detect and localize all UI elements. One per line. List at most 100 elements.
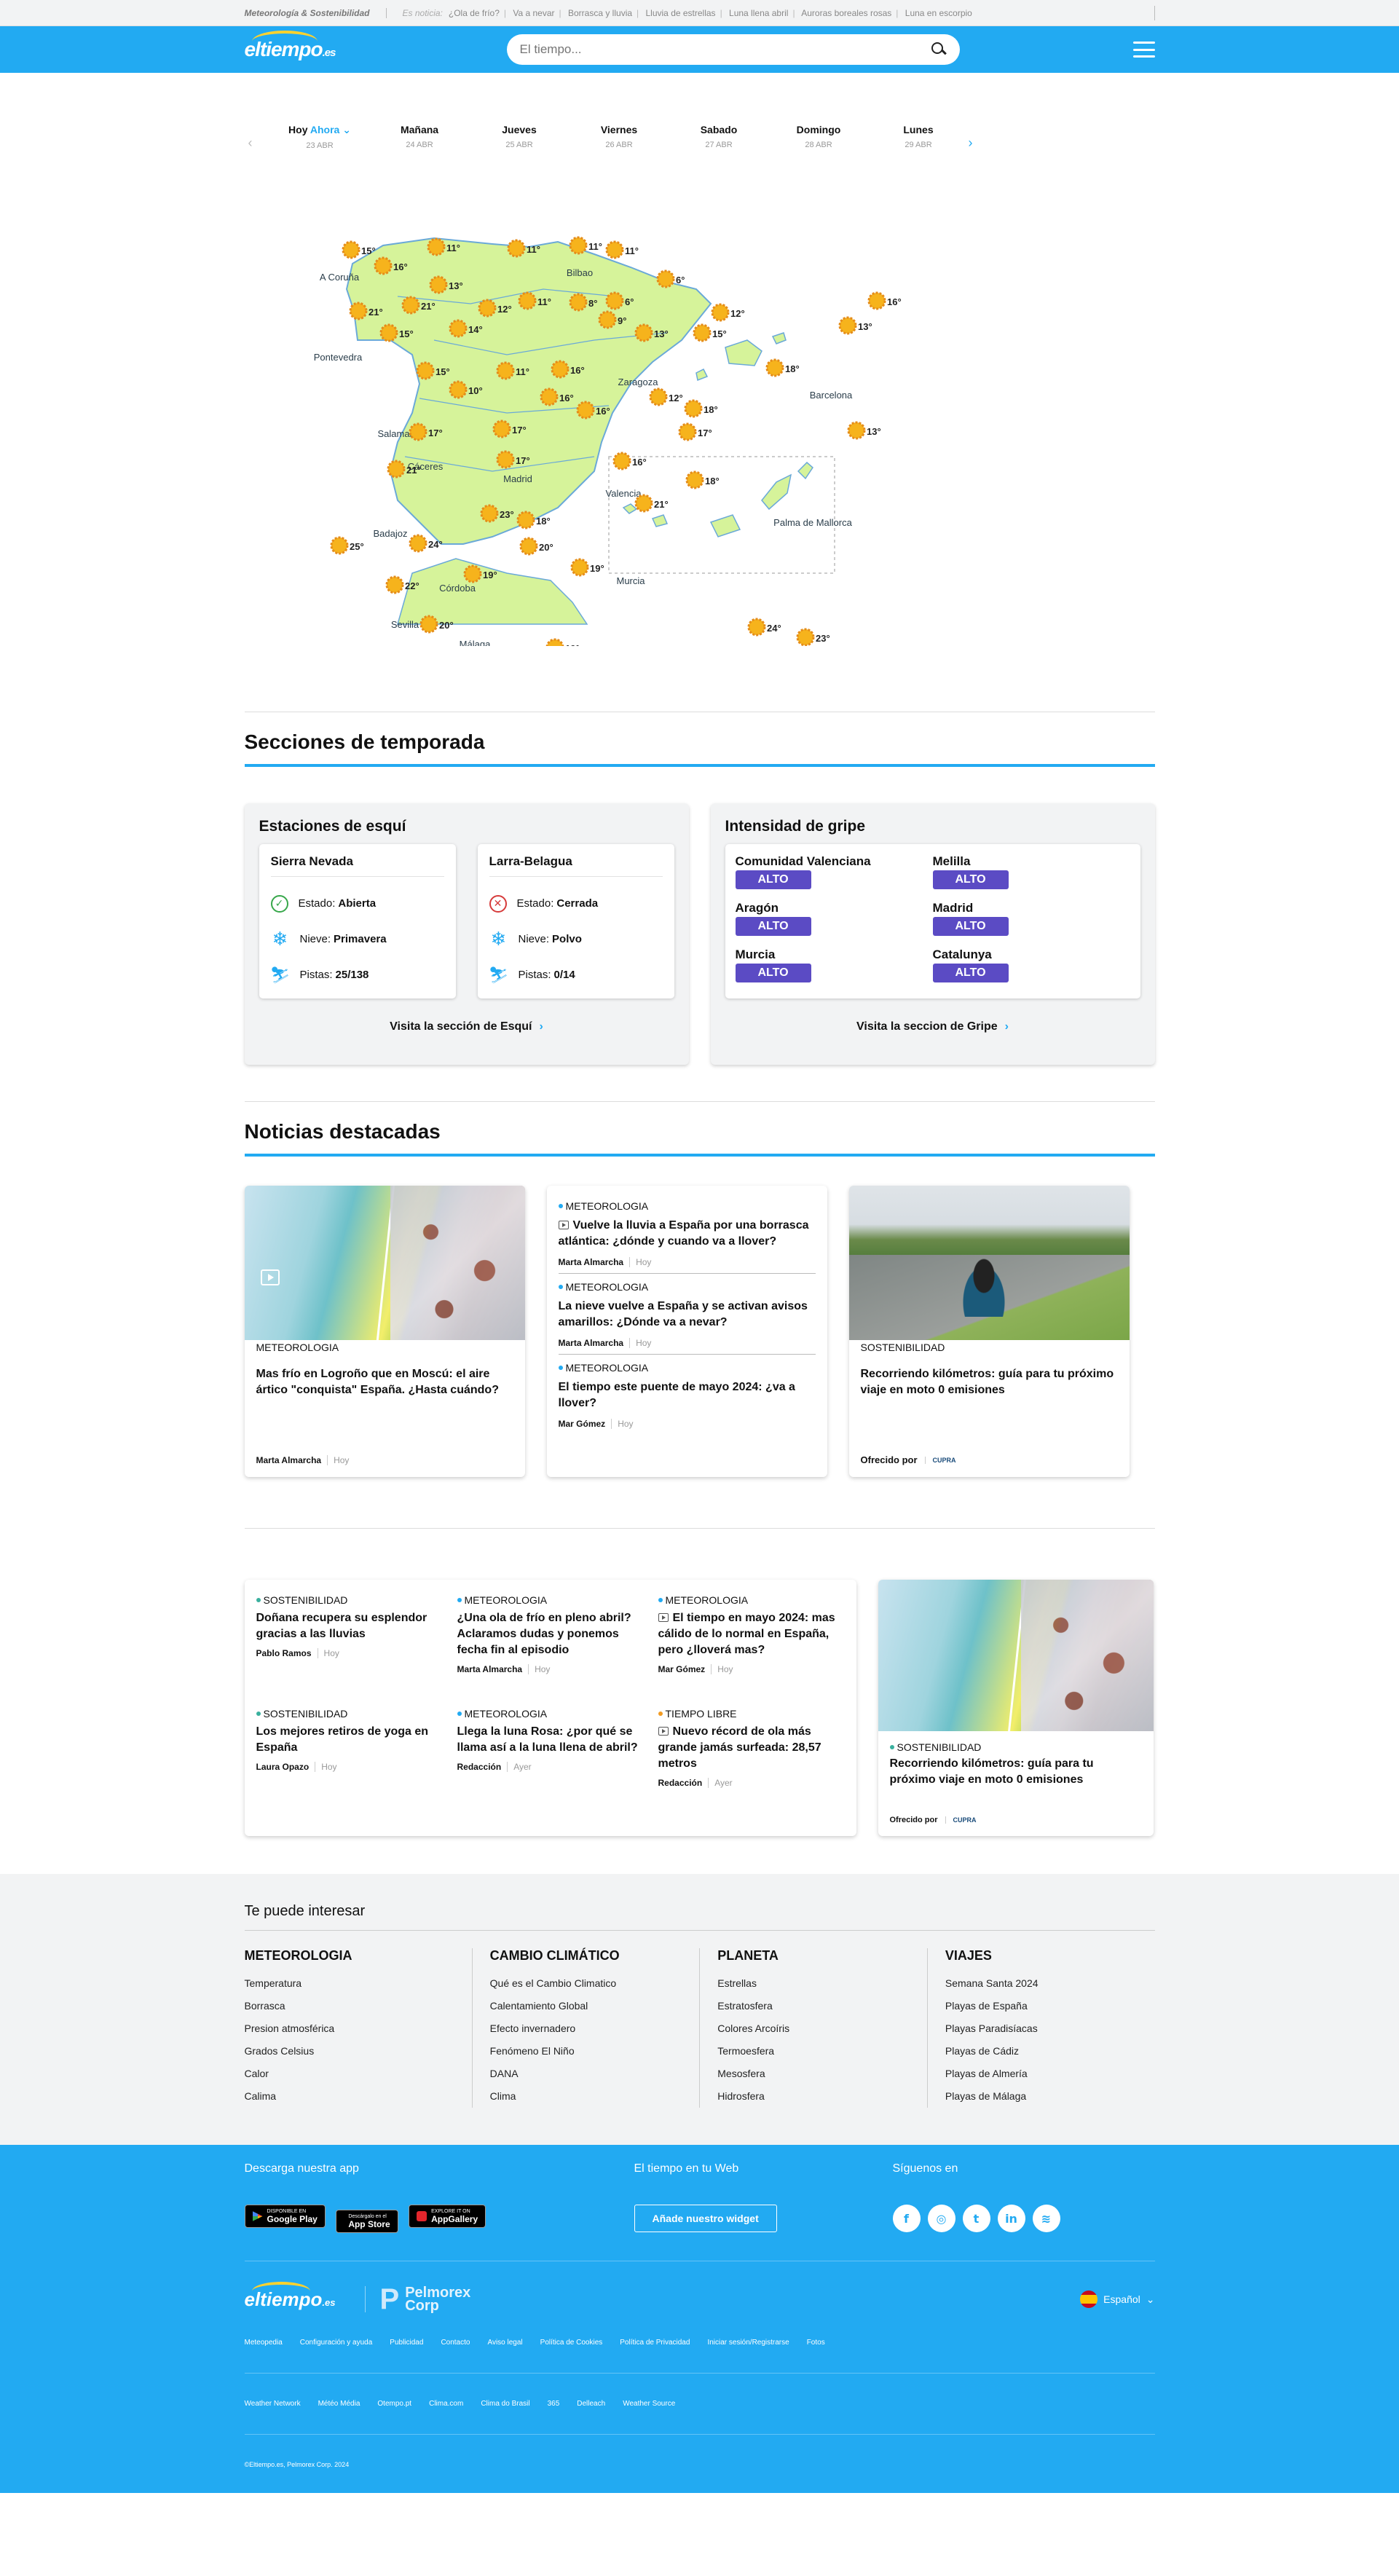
- day-tab[interactable]: Mañana 24 ABR: [370, 124, 470, 149]
- map-city-label[interactable]: Badajoz: [373, 528, 407, 539]
- spotify-icon[interactable]: ≋: [1032, 2205, 1060, 2232]
- language-selector[interactable]: Español ⌄: [1080, 2291, 1155, 2308]
- ticker-link[interactable]: Borrasca y lluvia: [568, 8, 632, 18]
- list-item[interactable]: TIEMPO LIBRE Nuevo récord de ola más gra…: [658, 1708, 845, 1805]
- list-item[interactable]: METEOROLOGIA El tiempo este puente de ma…: [558, 1362, 816, 1435]
- ticker-link[interactable]: Auroras boreales rosas: [801, 8, 891, 18]
- pelmorex-logo[interactable]: P Pelmorex Corp: [364, 2285, 470, 2314]
- interest-link[interactable]: Playas de Málaga: [945, 2085, 1155, 2108]
- interest-link[interactable]: Estrellas: [717, 1972, 927, 1995]
- interest-link[interactable]: Qué es el Cambio Climatico: [490, 1972, 700, 1995]
- interest-link[interactable]: Playas de Almería: [945, 2063, 1155, 2085]
- footer-link[interactable]: Meteopedia: [245, 2339, 283, 2347]
- chevron-left-icon[interactable]: ‹: [248, 124, 270, 151]
- search-icon[interactable]: [931, 42, 947, 58]
- footer-link[interactable]: Fotos: [807, 2339, 825, 2347]
- ticker-link[interactable]: Va a nevar: [513, 8, 554, 18]
- ticker-link[interactable]: ¿Ola de frío?: [449, 8, 500, 18]
- list-item[interactable]: SOSTENIBILIDAD Los mejores retiros de yo…: [256, 1708, 443, 1805]
- interest-link[interactable]: Presion atmosférica: [245, 2017, 472, 2040]
- map-city-label[interactable]: Pontevedra: [313, 352, 362, 363]
- network-link[interactable]: 365: [548, 2400, 560, 2408]
- network-link[interactable]: Otempo.pt: [377, 2400, 411, 2408]
- footer-link[interactable]: Política de Privacidad: [620, 2339, 690, 2347]
- interest-link[interactable]: Calor: [245, 2063, 472, 2085]
- network-link[interactable]: Météo Média: [318, 2400, 360, 2408]
- day-tab[interactable]: Domingo 28 ABR: [769, 124, 869, 149]
- interest-link[interactable]: Playas de España: [945, 1995, 1155, 2017]
- interest-link[interactable]: Fenómeno El Niño: [490, 2040, 700, 2063]
- list-item[interactable]: METEOROLOGIA ¿Una ola de frío en pleno a…: [457, 1594, 644, 1692]
- footer-link[interactable]: Iniciar sesión/Registrarse: [707, 2339, 789, 2347]
- interest-link[interactable]: Grados Celsius: [245, 2040, 472, 2063]
- map-city-label[interactable]: Bilbao: [566, 267, 592, 278]
- network-link[interactable]: Weather Network: [245, 2400, 301, 2408]
- map-city-label[interactable]: Sevilla: [390, 619, 419, 630]
- hamburger-menu-icon[interactable]: [1132, 42, 1155, 58]
- interest-link[interactable]: Calima: [245, 2085, 472, 2108]
- chevron-right-icon[interactable]: ›: [969, 124, 990, 151]
- facebook-icon[interactable]: f: [892, 2205, 921, 2232]
- weather-map[interactable]: A Coruña Bilbao Pontevedra Zaragoza Barcelon…: [245, 194, 1155, 646]
- add-widget-button[interactable]: Añade nuestro widget: [634, 2205, 777, 2232]
- news-card[interactable]: METEOROLOGIA Mas frío en Logroño que en …: [244, 1186, 525, 1477]
- interest-link[interactable]: Semana Santa 2024: [945, 1972, 1155, 1995]
- interest-link[interactable]: DANA: [490, 2063, 700, 2085]
- app-store-badge[interactable]: Descárgalo en el App Store: [336, 2210, 398, 2233]
- map-city-label[interactable]: Málaga: [459, 639, 490, 646]
- interest-link[interactable]: Estratosfera: [717, 1995, 927, 2017]
- news-title[interactable]: Recorriendo kilómetros: guía para tu pró…: [861, 1366, 1118, 1398]
- list-item[interactable]: METEOROLOGIA Vuelve la lluvia a España p…: [558, 1200, 816, 1274]
- flu-section-link[interactable]: Visita la seccion de Gripe ›: [725, 1020, 1140, 1033]
- map-city-label[interactable]: Madrid: [503, 473, 532, 484]
- ticker-link[interactable]: Lluvia de estrellas: [646, 8, 716, 18]
- map-city-label[interactable]: A Coruña: [319, 272, 359, 283]
- day-tab[interactable]: Lunes 29 ABR: [869, 124, 969, 149]
- interest-link[interactable]: Efecto invernadero: [490, 2017, 700, 2040]
- network-link[interactable]: Clima.com: [429, 2400, 463, 2408]
- site-logo[interactable]: eltiempo.es: [245, 31, 336, 61]
- twitter-icon[interactable]: t: [962, 2205, 990, 2232]
- map-city-label[interactable]: Murcia: [616, 575, 645, 586]
- interest-link[interactable]: Termoesfera: [717, 2040, 927, 2063]
- list-item[interactable]: METEOROLOGIA El tiempo en mayo 2024: mas…: [658, 1594, 845, 1692]
- interest-link[interactable]: Mesosfera: [717, 2063, 927, 2085]
- list-item[interactable]: METEOROLOGIA La nieve vuelve a España y …: [558, 1281, 816, 1355]
- footer-link[interactable]: Política de Cookies: [540, 2339, 603, 2347]
- map-city-label[interactable]: Valencia: [605, 488, 642, 499]
- day-tab[interactable]: Viernes 26 ABR: [570, 124, 669, 149]
- interest-link[interactable]: Clima: [490, 2085, 700, 2108]
- footer-link[interactable]: Publicidad: [390, 2339, 423, 2347]
- day-tab-today[interactable]: Hoy Ahora ⌄ 23 ABR: [270, 124, 370, 150]
- footer-logo[interactable]: eltiempo.es: [245, 2281, 336, 2311]
- news-card[interactable]: SOSTENIBILIDAD Recorriendo kilómetros: g…: [878, 1580, 1154, 1836]
- google-play-badge[interactable]: DISPONIBLE EN Google Play: [244, 2205, 326, 2228]
- ski-section-link[interactable]: Visita la sección de Esquí ›: [259, 1020, 674, 1033]
- ski-station[interactable]: Sierra Nevada ✓ Estado: Abierta ❄ Nieve: Pri…: [259, 844, 456, 999]
- appgallery-badge[interactable]: EXPLORE IT ON AppGallery: [409, 2205, 486, 2228]
- day-tab[interactable]: Jueves 25 ABR: [470, 124, 570, 149]
- map-city-label[interactable]: Palma de Mallorca: [773, 517, 852, 528]
- map-city-label[interactable]: Córdoba: [439, 583, 476, 594]
- map-city-label[interactable]: Barcelona: [809, 390, 852, 401]
- ticker-link[interactable]: Luna en escorpio: [905, 8, 972, 18]
- day-tab[interactable]: Sabado 27 ABR: [669, 124, 769, 149]
- ticker-link[interactable]: Luna llena abril: [729, 8, 788, 18]
- map-city-label[interactable]: Zaragoza: [618, 377, 658, 387]
- interest-link[interactable]: Colores Arcoíris: [717, 2017, 927, 2040]
- instagram-icon[interactable]: ◎: [927, 2205, 955, 2232]
- interest-link[interactable]: Playas de Cádiz: [945, 2040, 1155, 2063]
- linkedin-icon[interactable]: in: [997, 2205, 1025, 2232]
- interest-link[interactable]: Hidrosfera: [717, 2085, 927, 2108]
- footer-link[interactable]: Configuración y ayuda: [300, 2339, 373, 2347]
- network-link[interactable]: Delleach: [577, 2400, 605, 2408]
- network-link[interactable]: Weather Source: [623, 2400, 675, 2408]
- news-title[interactable]: Mas frío en Logroño que en Moscú: el air…: [256, 1366, 513, 1398]
- list-item[interactable]: SOSTENIBILIDAD Doñana recupera su esplen…: [256, 1594, 443, 1692]
- interest-link[interactable]: Playas Paradisíacas: [945, 2017, 1155, 2040]
- footer-link[interactable]: Contacto: [441, 2339, 470, 2347]
- network-link[interactable]: Clima do Brasil: [481, 2400, 529, 2408]
- list-item[interactable]: METEOROLOGIA Llega la luna Rosa: ¿por qu…: [457, 1708, 644, 1805]
- interest-link[interactable]: Borrasca: [245, 1995, 472, 2017]
- news-card[interactable]: SOSTENIBILIDAD Recorriendo kilómetros: g…: [848, 1186, 1130, 1477]
